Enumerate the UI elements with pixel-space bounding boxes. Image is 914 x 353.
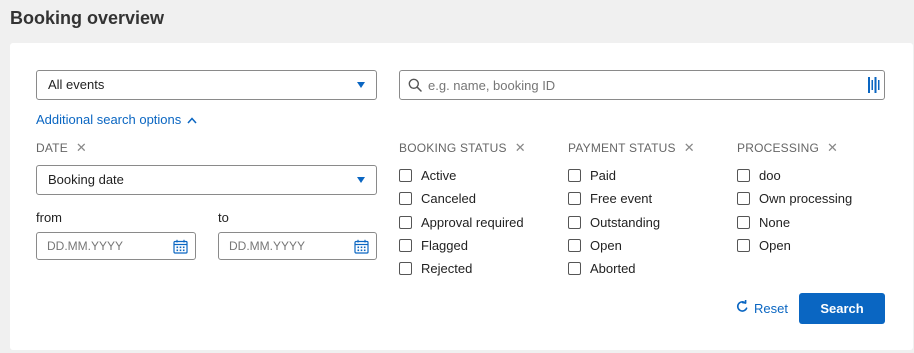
date-type-value: Booking date — [48, 172, 124, 187]
booking-status-option[interactable]: Rejected — [399, 260, 472, 276]
date-type-select[interactable]: Booking date — [36, 165, 377, 195]
checkbox-label: Paid — [590, 167, 617, 183]
checkbox-label: Flagged — [421, 237, 468, 253]
search-button[interactable]: Search — [799, 293, 885, 324]
page-title: Booking overview — [10, 8, 165, 28]
event-select[interactable]: All events — [36, 70, 377, 100]
reset-label: Reset — [754, 300, 788, 316]
checkbox[interactable] — [737, 238, 750, 252]
checkbox-label: Open — [590, 237, 622, 253]
processing-heading-label: PROCESSING — [737, 141, 820, 155]
date-heading-label: DATE — [36, 141, 68, 155]
payment-status-option[interactable]: Open — [568, 237, 622, 253]
checkbox[interactable] — [737, 215, 750, 229]
processing-option[interactable]: None — [737, 214, 790, 230]
checkbox[interactable] — [568, 238, 581, 252]
from-date-field — [36, 232, 196, 260]
search-card: All events Additional search options DAT… — [10, 43, 913, 350]
processing-option[interactable]: Own processing — [737, 190, 852, 206]
close-x-icon[interactable]: ✕ — [827, 140, 838, 156]
additional-search-options-toggle[interactable]: Additional search options — [36, 112, 197, 127]
to-date-input[interactable] — [229, 233, 349, 259]
checkbox-label: Canceled — [421, 190, 476, 206]
processing-option[interactable]: Open — [737, 237, 791, 253]
checkbox-label: Aborted — [590, 260, 636, 276]
checkbox[interactable] — [737, 168, 750, 182]
booking-status-option[interactable]: Flagged — [399, 237, 468, 253]
checkbox-label: Open — [759, 237, 791, 253]
calendar-icon[interactable] — [173, 239, 188, 259]
checkbox-label: doo — [759, 167, 781, 183]
from-label: from — [36, 210, 62, 225]
checkbox[interactable] — [568, 261, 581, 275]
barcode-scan-icon[interactable] — [868, 77, 880, 98]
booking-status-option[interactable]: Approval required — [399, 214, 524, 230]
booking-status-heading-label: BOOKING STATUS — [399, 141, 507, 155]
checkbox-label: Outstanding — [590, 214, 661, 230]
checkbox[interactable] — [568, 168, 581, 182]
checkbox[interactable] — [399, 238, 412, 252]
event-select-value: All events — [48, 77, 105, 92]
checkbox[interactable] — [737, 191, 750, 205]
checkbox-label: Free event — [590, 190, 653, 206]
checkbox-label: Active — [421, 167, 457, 183]
checkbox-label: Approval required — [421, 214, 524, 230]
payment-status-option[interactable]: Paid — [568, 167, 616, 183]
close-x-icon[interactable]: ✕ — [684, 140, 695, 156]
booking-status-option[interactable]: Active — [399, 167, 456, 183]
checkbox[interactable] — [399, 191, 412, 205]
checkbox-label: Own processing — [759, 190, 853, 206]
checkbox[interactable] — [568, 191, 581, 205]
to-date-field — [218, 232, 377, 260]
reset-button[interactable]: Reset — [736, 299, 788, 316]
booking-status-heading: BOOKING STATUS ✕ — [399, 140, 526, 156]
booking-status-option[interactable]: Canceled — [399, 190, 476, 206]
processing-option[interactable]: doo — [737, 167, 781, 183]
refresh-icon — [736, 299, 749, 316]
processing-heading: PROCESSING ✕ — [737, 140, 838, 156]
search-input[interactable] — [428, 71, 848, 99]
close-x-icon[interactable]: ✕ — [515, 140, 526, 156]
triangle-down-icon — [357, 82, 365, 88]
checkbox[interactable] — [399, 261, 412, 275]
from-date-input[interactable] — [47, 233, 167, 259]
checkbox[interactable] — [399, 168, 412, 182]
payment-status-option[interactable]: Free event — [568, 190, 652, 206]
payment-status-option[interactable]: Aborted — [568, 260, 636, 276]
to-label: to — [218, 210, 229, 225]
payment-status-heading-label: PAYMENT STATUS — [568, 141, 676, 155]
search-field — [399, 70, 885, 100]
triangle-down-icon — [357, 177, 365, 183]
date-heading: DATE ✕ — [36, 140, 87, 156]
magnifier-icon — [408, 78, 422, 97]
additional-search-options-label: Additional search options — [36, 112, 182, 127]
checkbox-label: Rejected — [421, 260, 473, 276]
checkbox-label: None — [759, 214, 791, 230]
checkbox[interactable] — [399, 215, 412, 229]
close-x-icon[interactable]: ✕ — [76, 140, 87, 156]
checkbox[interactable] — [568, 215, 581, 229]
chevron-up-icon — [187, 112, 197, 127]
payment-status-heading: PAYMENT STATUS ✕ — [568, 140, 695, 156]
payment-status-option[interactable]: Outstanding — [568, 214, 660, 230]
calendar-icon[interactable] — [354, 239, 369, 259]
